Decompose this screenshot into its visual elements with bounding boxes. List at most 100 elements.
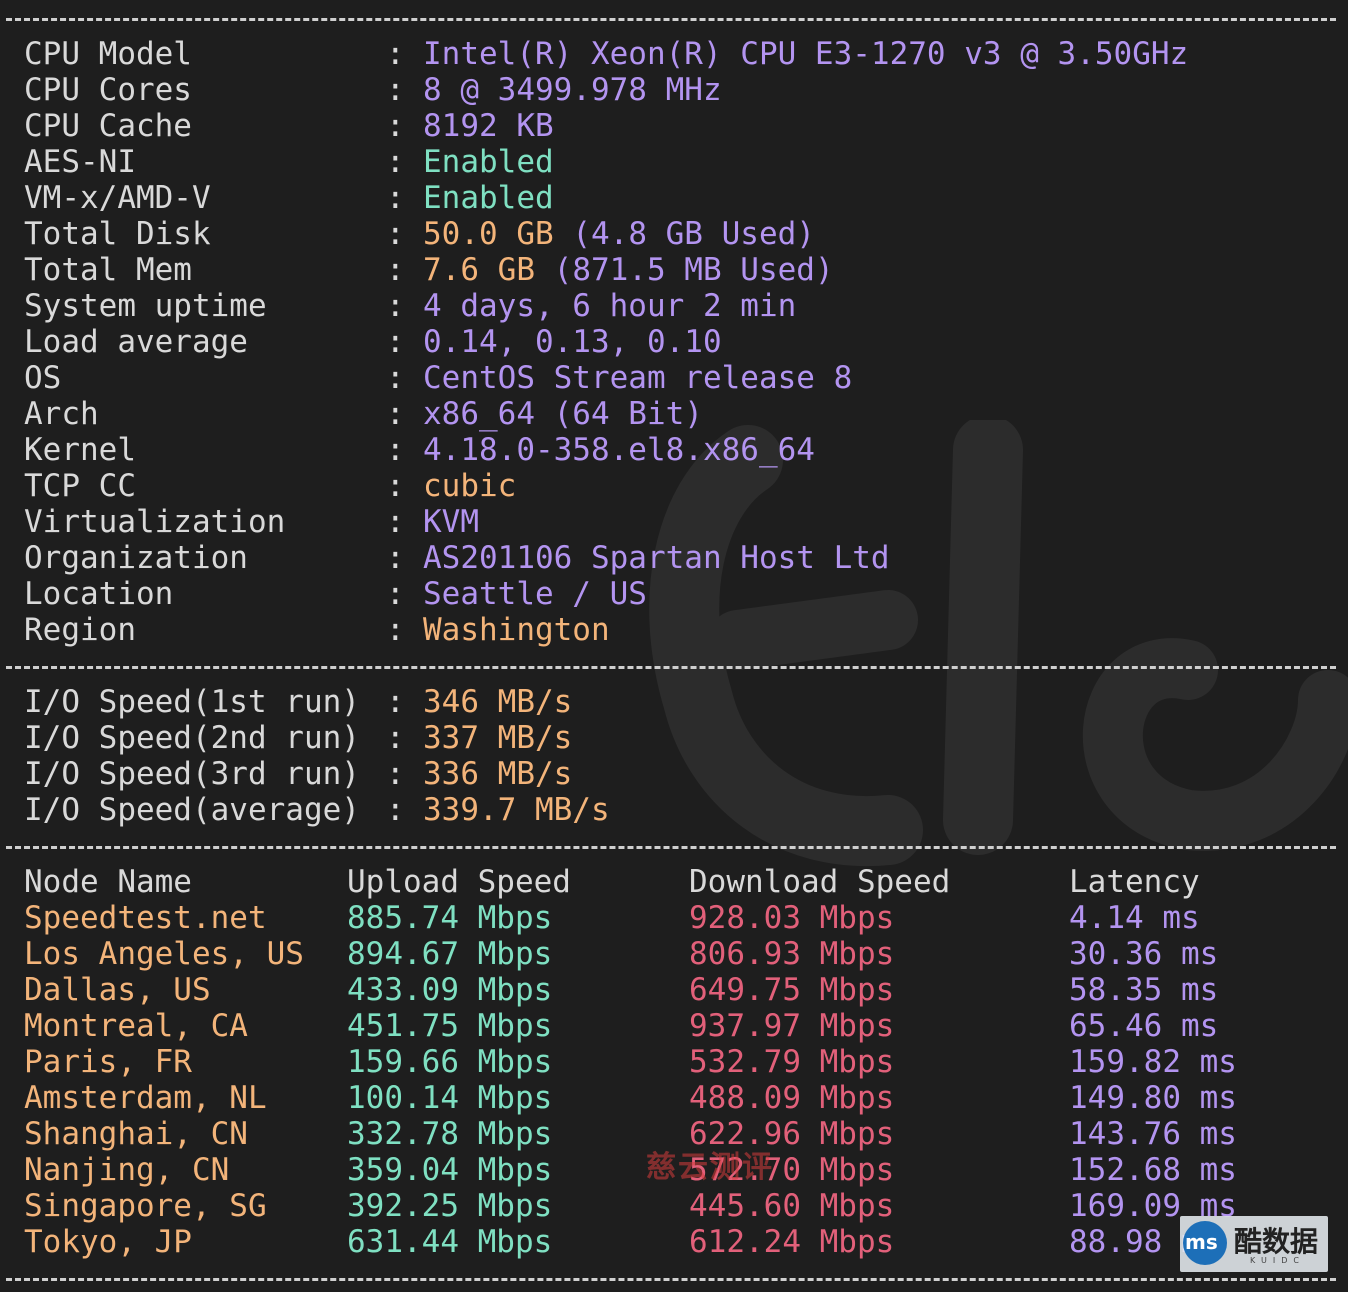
node-name-cell: Shanghai, CN xyxy=(24,1116,248,1152)
system-info-label: OS xyxy=(24,360,62,396)
kuidc-badge: ms 酷数据 KUIDC xyxy=(1180,1216,1328,1272)
system-info-colon: : xyxy=(386,36,405,72)
system-info-colon: : xyxy=(386,468,405,504)
system-info-value: cubic xyxy=(423,468,516,504)
system-info-colon: : xyxy=(386,612,405,648)
system-info-colon: : xyxy=(386,432,405,468)
upload-speed-cell: 100.14 Mbps xyxy=(347,1080,553,1116)
upload-speed-cell: 392.25 Mbps xyxy=(347,1188,553,1224)
io-speed-label: I/O Speed(average) xyxy=(24,792,360,828)
system-info-value-main: 8 @ 3499.978 MHz xyxy=(423,72,722,108)
watermark-text: 慈云测评 xyxy=(646,1150,774,1185)
node-name-cell: Paris, FR xyxy=(24,1044,192,1080)
latency-cell: 4.14 ms xyxy=(1069,900,1200,936)
io-speed-colon: : xyxy=(386,720,405,756)
system-info-label: Total Disk xyxy=(24,216,211,252)
system-info-colon: : xyxy=(386,324,405,360)
system-info-value: 8 @ 3499.978 MHz xyxy=(423,72,722,108)
system-info-label: Region xyxy=(24,612,136,648)
header-latency: Latency xyxy=(1069,864,1200,900)
system-info-value: 4 days, 6 hour 2 min xyxy=(423,288,796,324)
header-node-name: Node Name xyxy=(24,864,192,900)
system-info-value-main: Enabled xyxy=(423,144,554,180)
system-info-label: VM-x/AMD-V xyxy=(24,180,211,216)
system-info-value-main: x86_64 (64 Bit) xyxy=(423,396,703,432)
system-info-value: AS201106 Spartan Host Ltd xyxy=(423,540,890,576)
system-info-value-main: Seattle / US xyxy=(423,576,647,612)
system-info-value: Enabled xyxy=(423,144,554,180)
header-download-speed: Download Speed xyxy=(689,864,951,900)
system-info-label: Arch xyxy=(24,396,99,432)
system-info-label: Total Mem xyxy=(24,252,192,288)
system-info-colon: : xyxy=(386,288,405,324)
upload-speed-cell: 332.78 Mbps xyxy=(347,1116,553,1152)
system-info-value-main: Intel(R) Xeon(R) CPU E3-1270 v3 @ 3.50GH… xyxy=(423,36,1189,72)
header-upload-speed: Upload Speed xyxy=(347,864,571,900)
system-info-value-main: CentOS Stream release 8 xyxy=(423,360,853,396)
io-speed-value: 346 MB/s xyxy=(423,684,573,720)
system-info-value: 8192 KB xyxy=(423,108,554,144)
system-info-value: 7.6 GB (871.5 MB Used) xyxy=(423,252,834,288)
io-speed-value: 336 MB/s xyxy=(423,756,573,792)
system-info-colon: : xyxy=(386,216,405,252)
system-info-colon: : xyxy=(386,144,405,180)
node-name-cell: Los Angeles, US xyxy=(24,936,304,972)
badge-ms-label: ms xyxy=(1185,1230,1218,1254)
system-info-value-main: 4.18.0-358.el8.x86_64 xyxy=(423,432,815,468)
io-speed-value: 337 MB/s xyxy=(423,720,573,756)
download-speed-cell: 532.79 Mbps xyxy=(689,1044,895,1080)
system-info-value-extra: (871.5 MB Used) xyxy=(553,252,834,288)
system-info-colon: : xyxy=(386,576,405,612)
system-info-label: Virtualization xyxy=(24,504,286,540)
system-info-value: Enabled xyxy=(423,180,554,216)
system-info-value-main: KVM xyxy=(423,504,479,540)
system-info-label: Load average xyxy=(24,324,248,360)
download-speed-cell: 928.03 Mbps xyxy=(689,900,895,936)
terminal-window: CPU Model: Intel(R) Xeon(R) CPU E3-1270 v… xyxy=(0,0,1348,1292)
system-info-value-main: 7.6 GB xyxy=(423,252,535,288)
io-speed-label: I/O Speed(3rd run) xyxy=(24,756,360,792)
system-info-value: KVM xyxy=(423,504,479,540)
speed-table-header: Node Name Upload Speed Download Speed La… xyxy=(24,864,1200,900)
node-name-cell: Tokyo, JP xyxy=(24,1224,192,1260)
node-name-cell: Singapore, SG xyxy=(24,1188,267,1224)
io-speed-label: I/O Speed(1st run) xyxy=(24,684,360,720)
system-info-value-main: Washington xyxy=(423,612,610,648)
latency-cell: 30.36 ms xyxy=(1069,936,1219,972)
download-speed-cell: 806.93 Mbps xyxy=(689,936,895,972)
separator-bottom xyxy=(6,1278,1336,1281)
io-speed-colon: : xyxy=(386,756,405,792)
download-speed-cell: 488.09 Mbps xyxy=(689,1080,895,1116)
system-info-value: Intel(R) Xeon(R) CPU E3-1270 v3 @ 3.50GH… xyxy=(423,36,1188,72)
io-speed-colon: : xyxy=(386,684,405,720)
system-info-value: Washington xyxy=(423,612,610,648)
io-speed-colon: : xyxy=(386,792,405,828)
system-info-value-main: cubic xyxy=(423,468,517,504)
system-info-colon: : xyxy=(386,540,405,576)
system-info-label: AES-NI xyxy=(24,144,136,180)
upload-speed-cell: 885.74 Mbps xyxy=(347,900,553,936)
system-info-value-main: AS201106 Spartan Host Ltd xyxy=(423,540,890,576)
system-info-label: CPU Cache xyxy=(24,108,192,144)
separator-speed xyxy=(6,846,1336,849)
download-speed-cell: 937.97 Mbps xyxy=(689,1008,895,1044)
upload-speed-cell: 451.75 Mbps xyxy=(347,1008,553,1044)
system-info-value: 50.0 GB (4.8 GB Used) xyxy=(423,216,815,252)
system-info-value-main: Enabled xyxy=(423,180,554,216)
system-info-value-main: 4 days, 6 hour 2 min xyxy=(423,288,797,324)
system-info-colon: : xyxy=(386,252,405,288)
latency-cell: 152.68 ms xyxy=(1069,1152,1237,1188)
system-info-colon: : xyxy=(386,72,405,108)
system-info-label: CPU Model xyxy=(24,36,192,72)
node-name-cell: Nanjing, CN xyxy=(24,1152,230,1188)
upload-speed-cell: 631.44 Mbps xyxy=(347,1224,553,1260)
system-info-value: 0.14, 0.13, 0.10 xyxy=(423,324,722,360)
upload-speed-cell: 894.67 Mbps xyxy=(347,936,553,972)
system-info-label: Organization xyxy=(24,540,248,576)
system-info-value-extra: (4.8 GB Used) xyxy=(572,216,815,252)
download-speed-cell: 445.60 Mbps xyxy=(689,1188,895,1224)
separator-top xyxy=(6,18,1336,21)
system-info-label: TCP CC xyxy=(24,468,136,504)
io-speed-value: 339.7 MB/s xyxy=(423,792,610,828)
badge-title: 酷数据 xyxy=(1234,1225,1319,1258)
